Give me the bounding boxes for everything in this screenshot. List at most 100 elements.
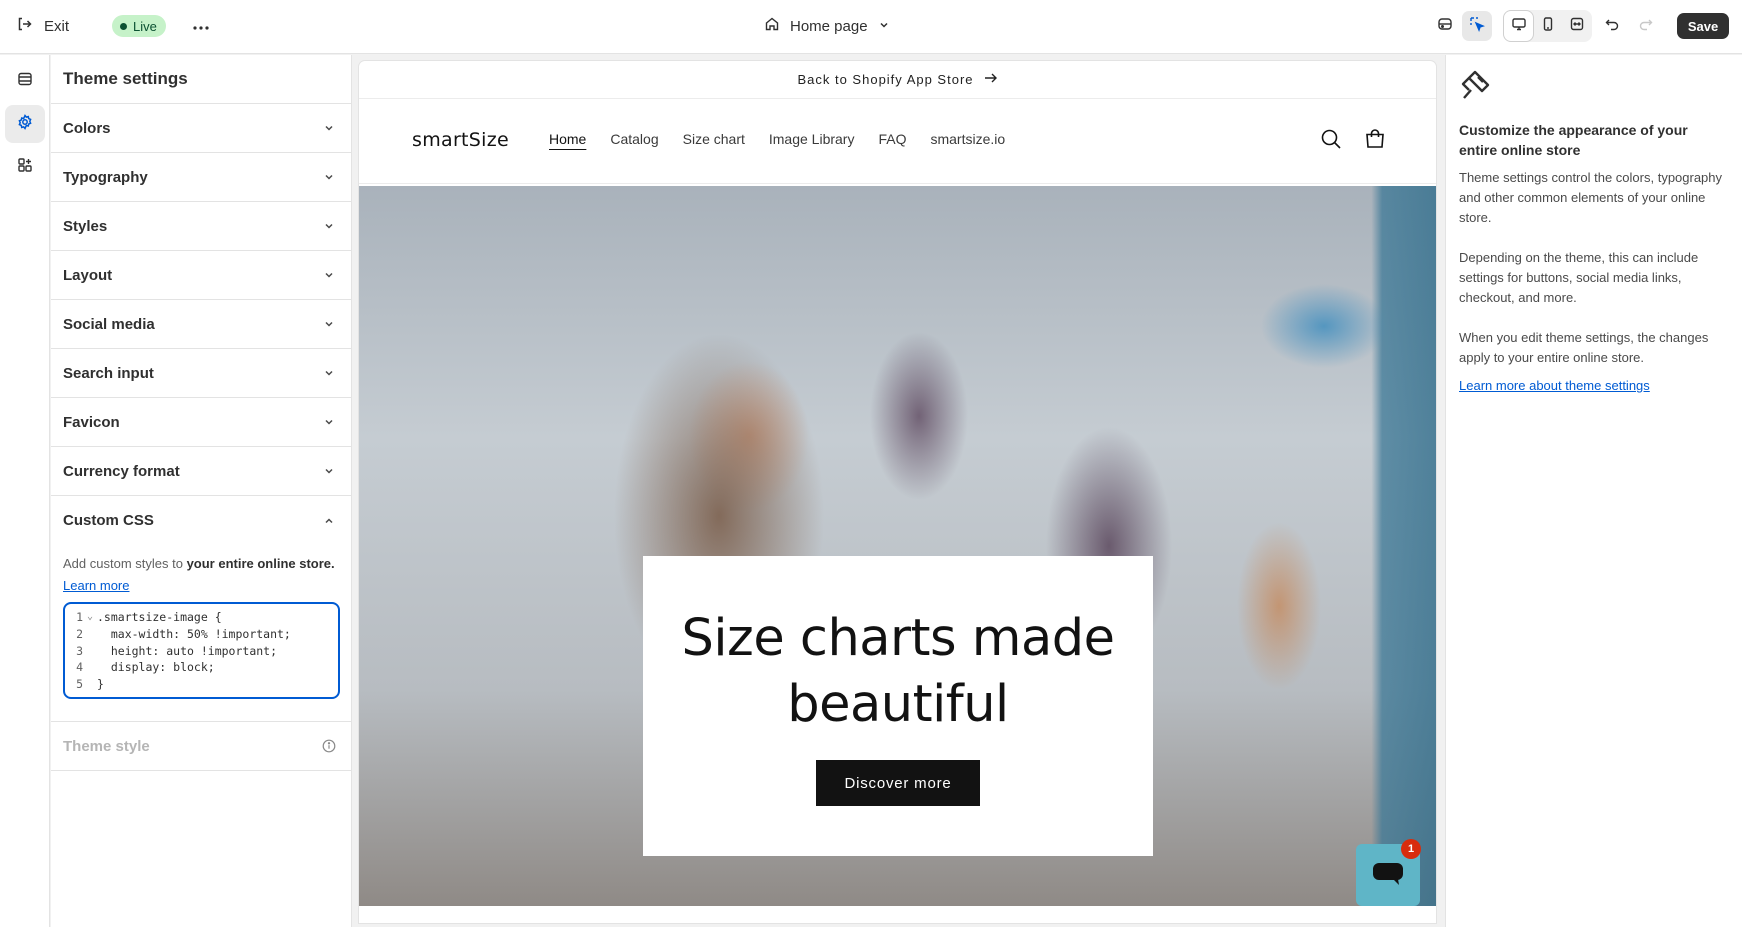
fold-chevron-icon[interactable]: ⌄ [83,609,97,626]
store-nav: Home Catalog Size chart Image Library FA… [549,131,1005,147]
learn-more-theme-settings-link[interactable]: Learn more about theme settings [1459,378,1650,393]
description-bold: your entire online store. [186,556,335,571]
nav-catalog[interactable]: Catalog [610,131,658,147]
accordion-search-input[interactable]: Search input [51,349,351,398]
page-selector[interactable]: Home page [764,13,890,39]
accordion-theme-style: Theme style [51,722,351,771]
announcement-bar[interactable]: Back to Shopify App Store [359,61,1436,99]
sidebar-rail [0,55,50,927]
theme-settings-nav-button[interactable] [5,105,45,143]
line-number: 4 [76,660,83,675]
sections-nav-button[interactable] [5,62,45,100]
desktop-icon [1511,16,1527,37]
chevron-down-icon [319,265,339,285]
history-tools [1597,11,1661,41]
chevron-down-icon [319,363,339,383]
theme-settings-panel: Theme settings Colors Typography Styles … [51,55,352,927]
accordion-custom-css[interactable]: Custom CSS [51,496,351,545]
info-panel: Customize the appearance of your entire … [1445,55,1742,927]
accordion-label: Search input [63,364,154,382]
accordion-currency-format[interactable]: Currency format [51,447,351,496]
undo-button[interactable] [1597,11,1627,41]
nav-smartsize-io[interactable]: smartsize.io [930,131,1005,147]
chevron-down-icon [319,412,339,432]
search-icon [1320,128,1342,155]
accordion-layout[interactable]: Layout [51,251,351,300]
nav-faq[interactable]: FAQ [878,131,906,147]
accordion-styles[interactable]: Styles [51,202,351,251]
accordion-favicon[interactable]: Favicon [51,398,351,447]
accordion-label: Typography [63,168,148,186]
code-text: .smartsize-image { [97,610,222,624]
accordion-label: Theme style [63,737,150,755]
accordion-social-media[interactable]: Social media [51,300,351,349]
accordion-label: Layout [63,266,113,284]
code-text: display: block; [97,660,215,675]
arrow-right-icon [984,72,998,87]
line-number: 5 [76,677,83,692]
paint-brush-icon [1459,69,1491,106]
learn-more-link[interactable]: Learn more [63,578,129,593]
chevron-down-icon [878,18,890,35]
device-switcher [1503,10,1592,42]
code-line: 5} [65,676,338,693]
chevron-down-icon [319,216,339,236]
fullwidth-view-button[interactable] [1562,11,1591,41]
chevron-down-icon [319,314,339,334]
nav-size-chart[interactable]: Size chart [683,131,745,147]
chat-notification-badge: 1 [1401,839,1421,859]
save-button[interactable]: Save [1677,13,1729,39]
desktop-view-button[interactable] [1504,11,1533,41]
line-number: 1 [76,610,83,624]
accordion-label: Social media [63,315,155,333]
custom-css-section: Custom CSS Add custom styles to your ent… [51,496,351,722]
mobile-icon [1540,16,1556,37]
undo-icon [1604,16,1620,37]
line-number: 2 [76,626,83,641]
announcement-text: Back to Shopify App Store [797,72,974,87]
info-paragraph-2: Depending on the theme, this can include… [1459,250,1699,305]
cursor-select-icon [1469,16,1485,37]
code-line: 1 ⌄ .smartsize-image { [65,609,338,626]
store-search-button[interactable] [1317,127,1345,155]
info-paragraph-3: When you edit theme settings, the change… [1459,330,1709,365]
exit-label: Exit [44,17,70,35]
custom-css-editor[interactable]: 1 ⌄ .smartsize-image { 2 max-width: 50% !i… [63,602,340,699]
store-header: smartSize Home Catalog Size chart Image … [359,99,1436,184]
redo-icon [1638,16,1654,37]
code-text: height: auto !important; [97,643,278,658]
store-cart-button[interactable] [1361,127,1389,155]
cart-icon [1364,128,1386,155]
hero-content-card: Size charts made beautiful Discover more [643,556,1153,856]
code-line: 2 max-width: 50% !important; [65,626,338,643]
panel-title: Theme settings [51,55,351,104]
select-element-button[interactable] [1462,11,1492,41]
discover-more-button[interactable]: Discover more [816,760,980,806]
hero-title: Size charts made beautiful [643,606,1153,738]
live-label: Live [133,18,157,34]
exit-button[interactable]: Exit [16,14,69,38]
info-icon[interactable] [319,736,339,756]
gear-icon [17,113,33,135]
nav-image-library[interactable]: Image Library [769,131,855,147]
sections-icon [17,71,33,92]
view-tools [1430,11,1492,41]
accordion-colors[interactable]: Colors [51,104,351,153]
app-embeds-nav-button[interactable] [5,148,45,186]
code-text: max-width: 50% !important; [97,626,291,641]
chevron-down-icon [319,118,339,138]
accordion-label: Custom CSS [63,512,154,529]
mobile-view-button[interactable] [1533,11,1562,41]
more-actions-button[interactable] [188,14,214,38]
description-text: Add custom styles to [63,556,187,571]
redo-button[interactable] [1631,11,1661,41]
code-text: } [97,677,104,692]
fullscreen-icon [1569,16,1585,37]
hero-title-line-1: Size charts made [681,609,1115,668]
inspector-toggle-button[interactable] [1430,11,1460,41]
nav-home[interactable]: Home [549,131,586,147]
info-paragraph-1: Theme settings control the colors, typog… [1459,170,1723,225]
store-logo[interactable]: smartSize [412,129,509,151]
live-status-badge: Live [112,15,166,37]
accordion-typography[interactable]: Typography [51,153,351,202]
